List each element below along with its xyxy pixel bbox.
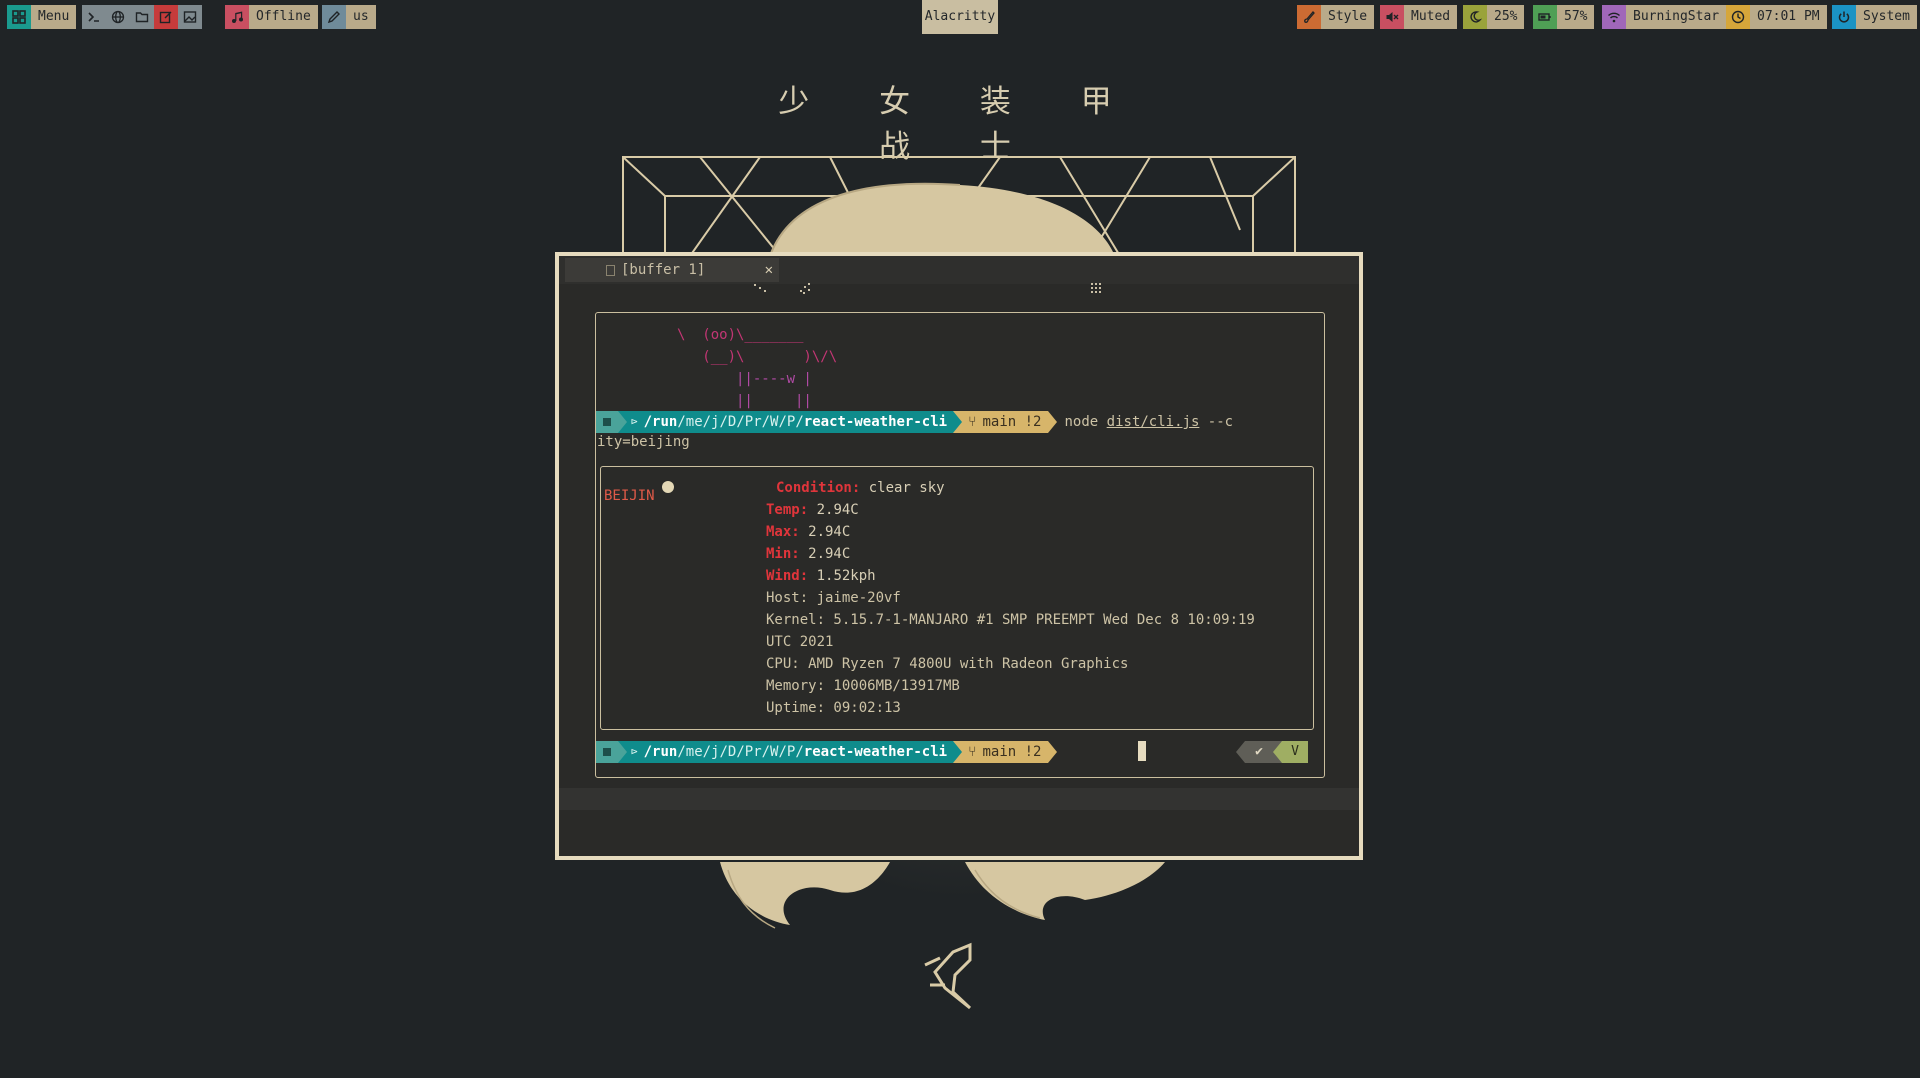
prompt-path: ⊳ /run/me/j/D/Pr/W/P/react-weather-cli [627, 741, 954, 763]
folder-icon: ⊳ [631, 745, 638, 758]
git-branch-icon: ⑂ [968, 744, 977, 760]
command-wrap: ity=beijing [597, 434, 690, 450]
git-branch: main !2 [982, 744, 1042, 760]
uptime-line: Uptime: 09:02:13 [766, 700, 901, 716]
folder-icon: ⊳ [631, 415, 638, 428]
git-branch: main !2 [982, 414, 1042, 430]
city-name: BEIJIN [604, 488, 655, 504]
memory-line: Memory: 10006MB/13917MB [766, 678, 960, 694]
sparkle-dots [754, 283, 1101, 294]
git-branch-icon: ⑂ [968, 414, 977, 430]
check-icon: ✔ [1245, 741, 1273, 763]
text-cursor[interactable] [1138, 741, 1146, 761]
max-line: Max: 2.94C [766, 524, 851, 540]
git-status: ⑂ main !2 [962, 741, 1048, 763]
min-line: Min: 2.94C [766, 546, 851, 562]
path-middle: /me/j/D/Pr/W/P/ [677, 744, 804, 760]
kernel-wrap-line: UTC 2021 [766, 634, 834, 650]
path-dir: react-weather-cli [803, 744, 948, 760]
path-dir: react-weather-cli [803, 414, 948, 430]
kernel-line: Kernel: 5.15.7-1-MANJARO #1 SMP PREEMPT … [766, 612, 1255, 628]
right-prompt-status: ✔ V [1236, 741, 1308, 763]
cursor-dot [662, 481, 674, 493]
os-icon [596, 411, 618, 433]
prompt-line: ⊳ /run/me/j/D/Pr/W/P/react-weather-cli ⑂… [596, 411, 1233, 433]
git-status: ⑂ main !2 [962, 411, 1048, 433]
host-line: Host: jaime-20vf [766, 590, 901, 606]
prompt-path: ⊳ /run/me/j/D/Pr/W/P/react-weather-cli [627, 411, 954, 433]
cpu-line: CPU: AMD Ryzen 7 4800U with Radeon Graph… [766, 656, 1129, 672]
terminal-bottom-bar [559, 788, 1359, 810]
path-prefix: /run [643, 744, 678, 760]
ascii-art-line-2: (__)\ )\/\ [677, 349, 838, 365]
temp-line: Temp: 2.94C [766, 502, 859, 518]
prompt-line-2: ⊳ /run/me/j/D/Pr/W/P/react-weather-cli ⑂… [596, 741, 1057, 763]
ascii-art-line-1: \ (oo)\_______ [677, 327, 804, 343]
path-middle: /me/j/D/Pr/W/P/ [677, 414, 804, 430]
command-text: node dist/cli.js --c [1064, 414, 1234, 430]
vcs-icon: V [1282, 741, 1308, 763]
path-prefix: /run [643, 414, 678, 430]
ascii-art-line-4: || || [677, 393, 812, 409]
os-icon [596, 741, 618, 763]
wind-line: Wind: 1.52kph [766, 568, 876, 584]
condition-line: Condition: clear sky [776, 480, 945, 496]
ascii-art-line-3: ||----w | [677, 371, 812, 387]
